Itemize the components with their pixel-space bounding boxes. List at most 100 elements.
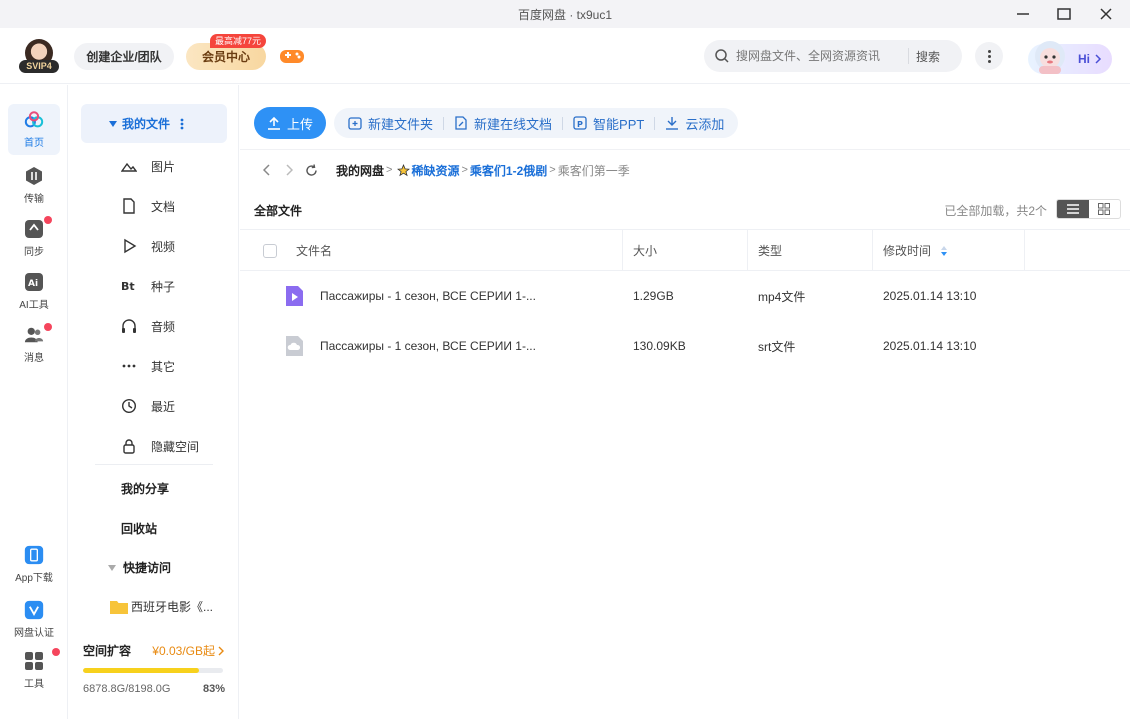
refresh-icon [305, 163, 317, 176]
grid-view-button[interactable] [1089, 200, 1121, 218]
rail-item-ai-tools[interactable]: Ai AI工具 [8, 269, 60, 313]
column-header-type[interactable]: 类型 [758, 230, 782, 271]
sidebar-item-label: 视频 [151, 239, 176, 254]
sidebar-item-videos[interactable]: 视频 [121, 236, 175, 256]
list-view-button[interactable] [1057, 200, 1089, 218]
folder-icon [110, 600, 128, 614]
file-type: srt文件 [758, 339, 796, 354]
upload-button[interactable]: 上传 [254, 107, 326, 139]
my-files-label: 我的文件 [122, 117, 171, 131]
back-button[interactable] [256, 164, 278, 176]
sidebar-item-torrents[interactable]: Bt 种子 [121, 276, 175, 296]
storage-upgrade-link[interactable]: ¥0.03/GB起 [152, 642, 225, 659]
rail-item-messages[interactable]: 消息 [8, 322, 60, 366]
quick-access-header[interactable]: 快捷访问 [107, 559, 171, 576]
vip-promo-badge: 最高减77元 [210, 34, 267, 48]
storage-bar-fill [83, 668, 200, 673]
column-divider [747, 230, 748, 271]
sidebar-item-label: 文档 [151, 199, 176, 214]
view-toggle [1056, 199, 1121, 219]
sidebar-item-images[interactable]: 图片 [121, 156, 175, 176]
rail-item-verify[interactable]: 网盘认证 [8, 595, 60, 643]
rail-label-ai: AI工具 [19, 299, 49, 311]
storage-title: 空间扩容 [83, 644, 132, 658]
storage-percent: 83% [202, 683, 225, 695]
minimize-icon [1017, 13, 1029, 15]
sidebar-item-recent[interactable]: 最近 [121, 396, 175, 416]
select-all-checkbox[interactable] [263, 244, 277, 258]
forward-button[interactable] [278, 164, 300, 176]
avatar[interactable]: SVIP4 [19, 39, 59, 73]
phone-icon [24, 545, 44, 564]
refresh-button[interactable] [300, 163, 322, 177]
search-button[interactable]: 搜索 [916, 48, 940, 65]
play-icon [124, 238, 137, 254]
column-header-modified[interactable]: 修改时间 [883, 230, 948, 271]
grid-icon [25, 651, 43, 670]
sidebar-item-docs[interactable]: 文档 [121, 196, 175, 216]
toolbar: 上传 新建文件夹 新建在线文档 P 智能PPT 云添加 [254, 107, 739, 139]
table-row[interactable]: Пассажиры - 1 сезон, ВСЕ СЕРИИ 1-... 130… [240, 321, 1130, 371]
table-row[interactable]: Пассажиры - 1 сезон, ВСЕ СЕРИИ 1-... 1.2… [240, 271, 1130, 321]
rail-item-transfer[interactable]: 传输 [8, 163, 60, 207]
main-panel: 上传 新建文件夹 新建在线文档 P 智能PPT 云添加 我的网盘 > 稀缺资源 … [240, 85, 1130, 719]
sidebar-item-other[interactable]: 其它 [121, 356, 175, 376]
new-folder-button[interactable]: 新建文件夹 [344, 114, 437, 133]
more-dot-icon [987, 49, 991, 53]
list-view-icon [1066, 204, 1079, 214]
sidebar-item-hidden-space[interactable]: 隐藏空间 [121, 436, 199, 456]
rail-item-sync[interactable]: 同步 [8, 216, 60, 260]
svg-text:Ai: Ai [28, 279, 38, 289]
column-header-size[interactable]: 大小 [633, 230, 657, 271]
smart-ppt-button[interactable]: P 智能PPT [569, 114, 648, 133]
more-menu-button[interactable] [975, 42, 1003, 70]
file-name[interactable]: Пассажиры - 1 сезон, ВСЕ СЕРИИ 1-... [320, 271, 536, 321]
column-header-name[interactable]: 文件名 [296, 230, 332, 271]
load-status: 已全部加载，共2个 [944, 204, 1047, 218]
maximize-button[interactable] [1044, 0, 1084, 28]
create-team-button[interactable]: 创建企业/团队 [74, 43, 174, 70]
minimize-button[interactable] [1003, 0, 1043, 28]
edit-doc-icon [455, 116, 467, 130]
mascot-icon[interactable] [1031, 36, 1069, 78]
search-input[interactable] [736, 49, 908, 63]
column-divider [1024, 230, 1025, 271]
file-name[interactable]: Пассажиры - 1 сезон, ВСЕ СЕРИИ 1-... [320, 321, 536, 371]
gamepad-icon[interactable] [279, 46, 305, 66]
nav-divider [95, 464, 213, 465]
search-icon [715, 49, 729, 63]
rail-item-app-download[interactable]: App下载 [8, 540, 60, 588]
quick-access-folder[interactable]: 西班牙电影《... [110, 596, 213, 616]
sidebar-item-recycle-bin[interactable]: 回收站 [121, 520, 157, 537]
tools-notification-dot [52, 648, 60, 656]
breadcrumb-item[interactable]: 乘客们1-2俄剧 [470, 162, 547, 179]
new-online-doc-button[interactable]: 新建在线文档 [450, 114, 556, 133]
verify-icon [24, 600, 44, 619]
sidebar-item-my-share[interactable]: 我的分享 [121, 480, 169, 497]
assistant-label: Hi [1078, 52, 1090, 66]
breadcrumb-root[interactable]: 我的网盘 [336, 162, 384, 179]
smart-ppt-label: 智能PPT [593, 116, 645, 132]
toolbar-divider [654, 116, 656, 130]
rail-label-messages: 消息 [24, 352, 44, 364]
sidebar-item-label: 音频 [151, 319, 176, 334]
file-type: mp4文件 [758, 289, 806, 304]
rail-label-home: 首页 [24, 138, 44, 149]
rail-label-sync: 同步 [24, 246, 44, 258]
kebab-icon[interactable] [180, 118, 184, 130]
storage-promo: ¥0.03/GB起 [152, 644, 215, 658]
rail-item-home[interactable]: 首页 [8, 104, 60, 155]
breadcrumb-item[interactable]: 稀缺资源 [411, 162, 459, 179]
list-title: 全部文件 [254, 204, 303, 218]
sidebar-item-audio[interactable]: 音频 [121, 316, 175, 336]
clock-icon [121, 398, 137, 414]
close-button[interactable] [1086, 0, 1126, 28]
table-header: 文件名 大小 类型 修改时间 [240, 229, 1130, 271]
sync-icon [25, 219, 43, 238]
rail-label-transfer: 传输 [24, 193, 44, 205]
sidebar-item-label: 其它 [151, 359, 176, 374]
rail-label-verify: 网盘认证 [14, 627, 54, 639]
chevron-left-icon [263, 164, 270, 176]
my-files-item[interactable]: 我的文件 [81, 104, 227, 143]
cloud-add-button[interactable]: 云添加 [661, 114, 728, 133]
